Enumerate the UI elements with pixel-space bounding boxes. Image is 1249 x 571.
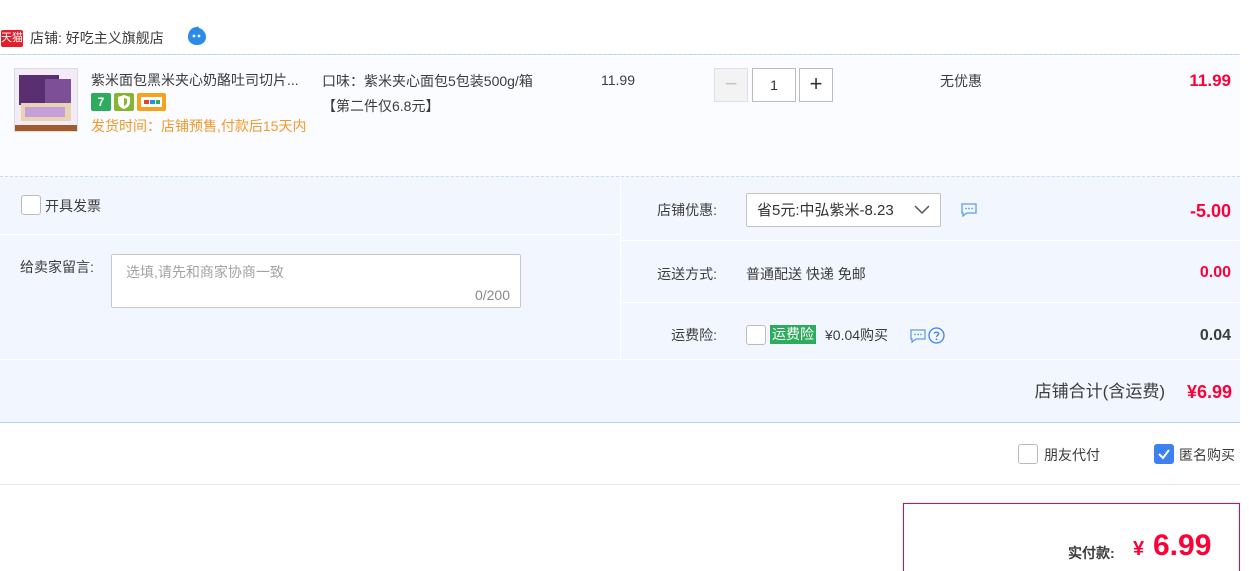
quantity-increment-button[interactable]: +: [799, 68, 833, 102]
item-total-price: 11.99: [1189, 71, 1231, 90]
tmall-badge: 天猫: [1, 30, 23, 47]
chevron-down-icon[interactable]: [913, 200, 931, 218]
shipping-method-label: 运送方式:: [657, 266, 717, 282]
ship-time-notice: 发货时间：店铺预售,付款后15天内: [91, 118, 307, 134]
chat-bubble-icon[interactable]: [909, 328, 927, 344]
anonymous-purchase-checkbox[interactable]: [1154, 444, 1174, 464]
shop-coupon-value[interactable]: 省5元:中弘紫米-8.23: [757, 201, 894, 221]
shipping-insurance-price: ¥0.04购买: [825, 327, 889, 343]
friend-pay-checkbox[interactable]: [1018, 444, 1038, 464]
bread-package-icon: [15, 69, 77, 131]
chat-bubble-icon[interactable]: [960, 202, 978, 218]
actual-payment-currency: ¥: [1133, 538, 1145, 560]
quantity-decrement-button[interactable]: −: [714, 68, 748, 102]
divider: [621, 240, 1240, 241]
shipping-insurance-checkbox[interactable]: [746, 325, 766, 345]
anonymous-purchase-label[interactable]: 匿名购买: [1179, 445, 1235, 465]
seller-message-label: 给卖家留言:: [20, 259, 94, 275]
product-title-link[interactable]: 紫米面包黑米夹心奶酪吐司切片...: [91, 69, 316, 91]
actual-payment-label: 实付款:: [1068, 545, 1115, 561]
invoice-checkbox[interactable]: [21, 195, 41, 215]
card-icon[interactable]: [137, 93, 166, 111]
friend-pay-label[interactable]: 朋友代付: [1044, 445, 1100, 465]
wangwang-chat-icon[interactable]: [186, 25, 208, 47]
seller-message-placeholder: 选填,请先和商家协商一致: [126, 264, 284, 280]
shipping-insurance-label: 运费险:: [671, 327, 717, 343]
divider: [0, 54, 1240, 55]
shop-name[interactable]: 店铺: 好吃主义旗舰店: [30, 28, 164, 48]
actual-payment-amount: 6.99: [1153, 529, 1212, 562]
shop-subtotal-label: 店铺合计(含运费): [1034, 382, 1165, 401]
service-icons: 7: [91, 93, 166, 111]
product-thumbnail[interactable]: [14, 68, 78, 132]
quantity-input[interactable]: 1: [752, 68, 796, 102]
message-char-count: 0/200: [474, 287, 510, 303]
shop-subtotal-amount: ¥6.99: [1186, 382, 1232, 402]
seven-day-return-icon[interactable]: 7: [91, 93, 111, 111]
shipping-method-value: 普通配送 快递 免邮: [746, 266, 866, 282]
divider: [621, 302, 1240, 303]
shipping-insurance-badge: 运费险: [770, 325, 816, 344]
shop-coupon-label: 店铺优惠:: [657, 202, 717, 218]
checkmark-icon: [1158, 449, 1170, 460]
shipping-insurance-amount: 0.04: [1199, 327, 1231, 344]
shield-icon[interactable]: [114, 93, 134, 111]
divider: [0, 484, 1240, 485]
divider: [0, 234, 621, 235]
item-discount: 无优惠: [940, 73, 982, 89]
shipping-amount: 0.00: [1199, 264, 1231, 281]
shop-coupon-amount: -5.00: [1189, 201, 1231, 221]
sku-info: 口味：紫米夹心面包5包装500g/箱【第二件仅6.8元】: [322, 73, 533, 114]
help-icon[interactable]: [928, 327, 945, 344]
unit-price: 11.99: [601, 72, 635, 88]
invoice-label[interactable]: 开具发票: [45, 196, 101, 216]
